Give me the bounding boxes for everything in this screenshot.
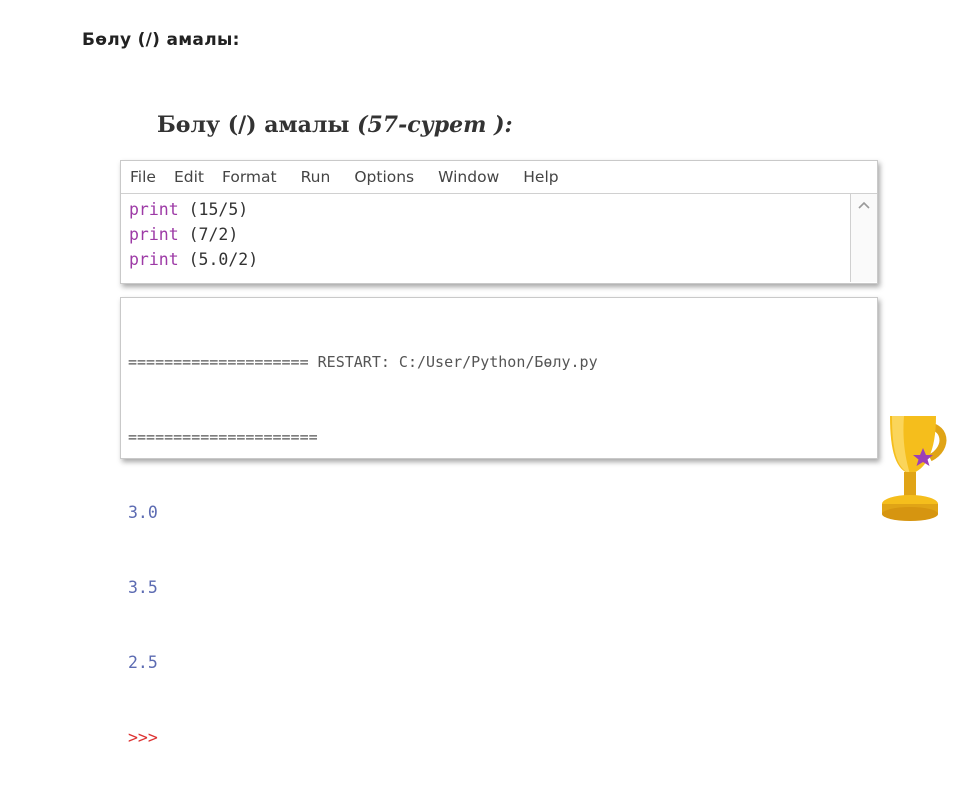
code-editor[interactable]: print (15/5) print (7/2) print (5.0/2) [129,197,258,272]
output-value: 3.5 [128,578,158,597]
menu-edit[interactable]: Edit [174,168,204,186]
menu-run[interactable]: Run [301,168,331,186]
trophy-icon [866,408,950,524]
shell-prompt[interactable]: >>> [128,725,598,750]
shell-window: ==================== RESTART: C:/User/Py… [120,297,878,747]
code-keyword: print [129,250,179,269]
code-argument: (7/2) [188,225,239,244]
figure-caption-main: Бөлу (/) амалы [157,112,358,138]
menu-bar: File Edit Format Run Options Window Help [121,161,877,194]
code-keyword: print [129,225,179,244]
code-line: print (15/5) [129,197,258,222]
code-argument: (5.0/2) [188,250,259,269]
menu-options[interactable]: Options [354,168,414,186]
code-keyword: print [129,200,179,219]
shell-output: ==================== RESTART: C:/User/Py… [128,300,598,800]
slide-title: Бөлу (/) амалы: [82,30,240,50]
restart-separator: ===================== [128,428,318,446]
menu-window[interactable]: Window [438,168,499,186]
code-line: print (7/2) [129,222,258,247]
menu-format[interactable]: Format [222,168,277,186]
figure-caption: Бөлу (/) амалы (57-сурет ): [157,112,513,138]
figure-caption-ref: (57-сурет ): [357,112,513,138]
code-argument: (15/5) [188,200,249,219]
output-value: 2.5 [128,653,158,672]
editor-window: File Edit Format Run Options Window Help… [120,160,878,284]
menu-help[interactable]: Help [523,168,558,186]
restart-line: ==================== RESTART: C:/User/Py… [128,353,598,371]
output-value: 3.0 [128,503,158,522]
editor-scrollbar[interactable] [850,194,877,282]
code-line: print (5.0/2) [129,247,258,272]
menu-file[interactable]: File [130,168,156,186]
chevron-up-icon[interactable] [858,198,870,213]
